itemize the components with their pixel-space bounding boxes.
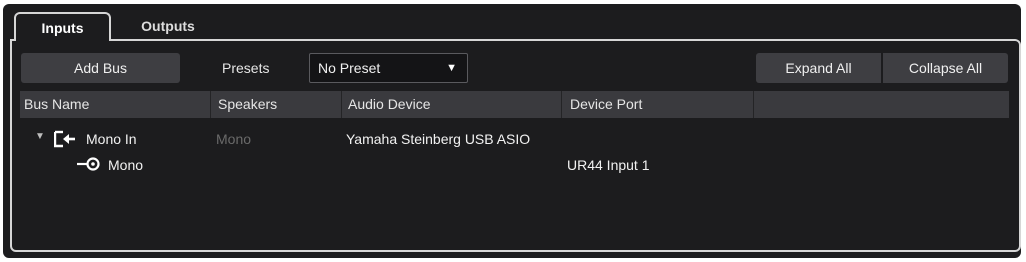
dropdown-arrow-icon: ▼ bbox=[446, 62, 457, 74]
expand-toggle-icon[interactable]: ▼ bbox=[35, 131, 45, 142]
speakers-value: Mono bbox=[216, 131, 252, 147]
expand-all-button[interactable]: Expand All bbox=[756, 53, 881, 83]
presets-dropdown[interactable]: No Preset ▼ bbox=[309, 53, 468, 83]
audio-device-value[interactable]: Yamaha Steinberg USB ASIO bbox=[346, 130, 530, 148]
tab-outputs[interactable]: Outputs bbox=[118, 12, 218, 41]
bus-name[interactable]: Mono In bbox=[86, 130, 137, 148]
bus-input-icon bbox=[54, 130, 75, 148]
channel-input-icon bbox=[77, 157, 100, 171]
table-header: Bus Name Speakers Audio Device Device Po… bbox=[20, 91, 1009, 118]
tab-joint bbox=[16, 37, 109, 42]
column-header-empty bbox=[754, 91, 1009, 118]
column-header-speakers[interactable]: Speakers bbox=[211, 91, 342, 118]
column-header-bus-name[interactable]: Bus Name bbox=[20, 91, 211, 118]
presets-label: Presets bbox=[222, 60, 270, 76]
column-header-audio-device[interactable]: Audio Device bbox=[342, 91, 562, 118]
column-header-device-port[interactable]: Device Port bbox=[562, 91, 754, 118]
add-bus-button[interactable]: Add Bus bbox=[21, 53, 180, 83]
collapse-all-button[interactable]: Collapse All bbox=[883, 53, 1008, 83]
channel-name[interactable]: Mono bbox=[108, 156, 143, 174]
presets-dropdown-value: No Preset bbox=[318, 60, 381, 76]
device-port-value[interactable]: UR44 Input 1 bbox=[567, 156, 650, 174]
